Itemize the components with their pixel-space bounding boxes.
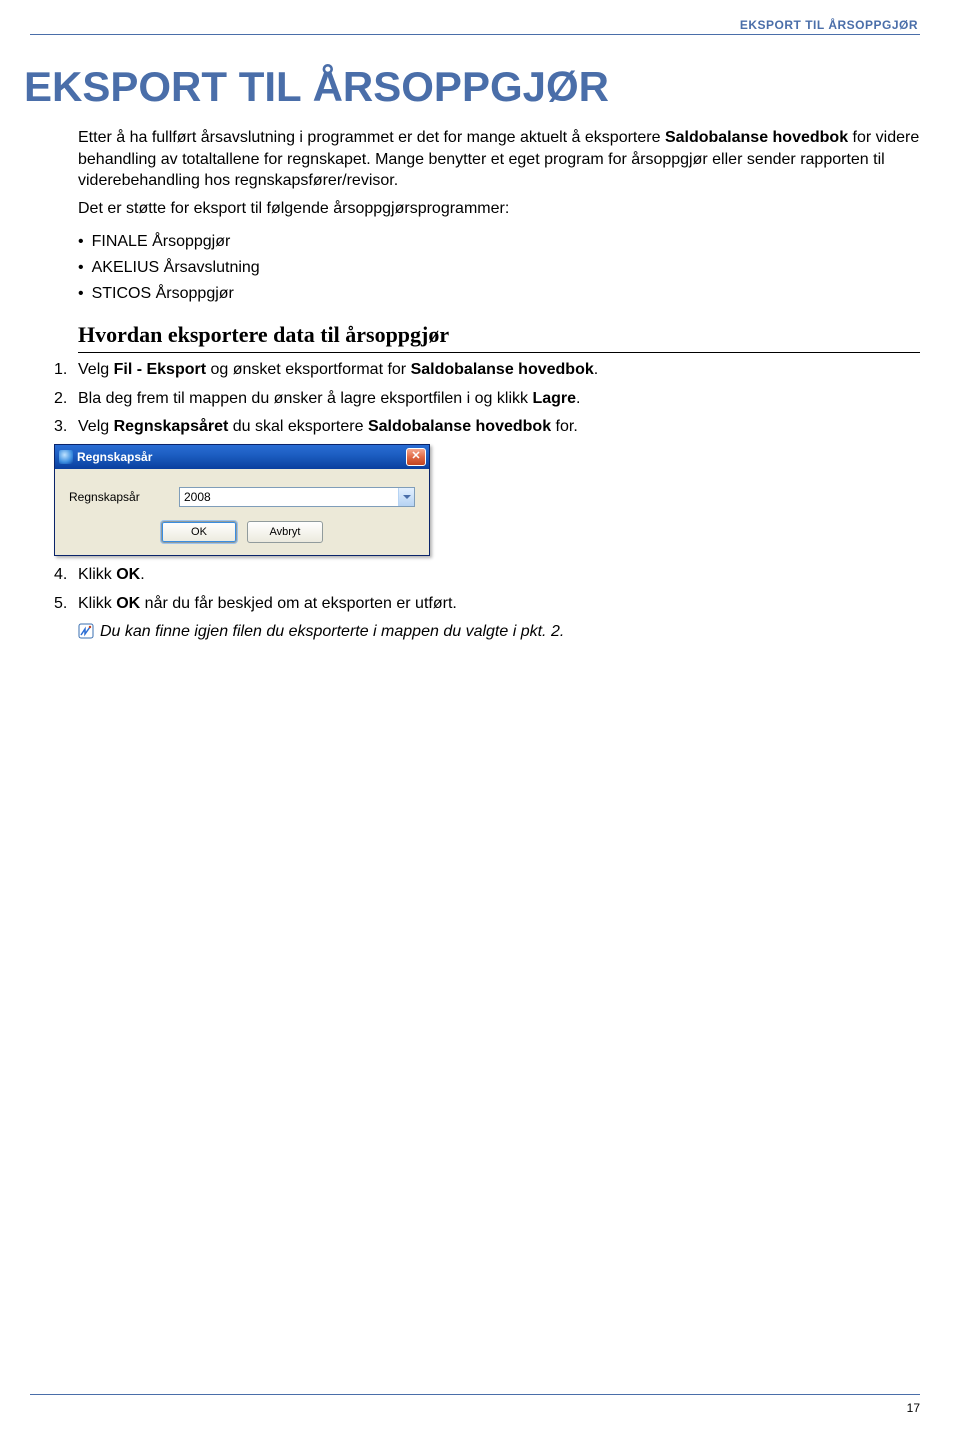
cancel-button[interactable]: Avbryt <box>247 521 323 543</box>
dialog-titlebar: Regnskapsår ✕ <box>55 445 429 469</box>
text: Klikk <box>78 595 116 612</box>
intro-paragraph-1: Etter å ha fullført årsavslutning i prog… <box>78 127 920 192</box>
text: . <box>140 566 144 583</box>
text: når du får beskjed om at eksporten er ut… <box>140 595 457 612</box>
field-row: Regnskapsår 2008 <box>69 487 415 507</box>
combobox-value: 2008 <box>184 490 211 504</box>
button-row: OK Avbryt <box>69 521 415 543</box>
list-item: STICOS Årsoppgjør <box>78 281 920 307</box>
intro-paragraph-2: Det er støtte for eksport til følgende å… <box>78 198 920 220</box>
text-bold: Regnskapsåret <box>114 418 229 435</box>
text: Bla deg frem til mappen du ønsker å lagr… <box>78 390 532 407</box>
footer-rule <box>30 1394 920 1395</box>
step-4: Klikk OK. <box>54 564 920 586</box>
program-list: FINALE Årsoppgjør AKELIUS Årsavslutning … <box>78 229 920 306</box>
page-title: EKSPORT TIL ÅRSOPPGJØR <box>24 63 920 111</box>
step-1: Velg Fil - Eksport og ønsket eksportform… <box>54 359 920 381</box>
chevron-down-icon[interactable] <box>398 488 414 506</box>
text-bold: OK <box>116 566 140 583</box>
text-bold: Saldobalanse hovedbok <box>411 361 594 378</box>
list-item: FINALE Årsoppgjør <box>78 229 920 255</box>
text-bold: OK <box>116 595 140 612</box>
page-number: 17 <box>907 1401 920 1415</box>
text-bold: Fil - Eksport <box>114 361 206 378</box>
text: for. <box>551 418 578 435</box>
text-bold: Lagre <box>532 390 576 407</box>
close-button[interactable]: ✕ <box>406 448 426 466</box>
tip-row: Du kan finne igjen filen du eksporterte … <box>78 621 920 643</box>
regnskapsar-dialog: Regnskapsår ✕ Regnskapsår 2008 OK Avbryt <box>54 444 430 556</box>
titlebar-left: Regnskapsår <box>59 450 152 464</box>
step-5: Klikk OK når du får beskjed om at ekspor… <box>54 593 920 615</box>
year-combobox[interactable]: 2008 <box>179 487 415 507</box>
dialog-body: Regnskapsår 2008 OK Avbryt <box>55 469 429 555</box>
text: Velg <box>78 361 114 378</box>
running-header: EKSPORT TIL ÅRSOPPGJØR <box>30 18 920 32</box>
step-3: Velg Regnskapsåret du skal eksportere Sa… <box>54 416 920 438</box>
info-icon <box>78 623 94 639</box>
app-icon <box>59 450 73 464</box>
header-rule <box>30 34 920 35</box>
dialog-screenshot: Regnskapsår ✕ Regnskapsår 2008 OK Avbryt <box>54 444 920 556</box>
steps-list-continued: Klikk OK. Klikk OK når du får beskjed om… <box>54 564 920 615</box>
text: Klikk <box>78 566 116 583</box>
step-2: Bla deg frem til mappen du ønsker å lagr… <box>54 388 920 410</box>
text-bold: Saldobalanse hovedbok <box>665 129 848 146</box>
text: . <box>576 390 580 407</box>
text-bold: Saldobalanse hovedbok <box>368 418 551 435</box>
tip-text: Du kan finne igjen filen du eksporterte … <box>100 621 564 643</box>
list-item: AKELIUS Årsavslutning <box>78 255 920 281</box>
text: og ønsket eksportformat for <box>206 361 411 378</box>
text: du skal eksportere <box>228 418 368 435</box>
text: Velg <box>78 418 114 435</box>
text: Etter å ha fullført årsavslutning i prog… <box>78 129 665 146</box>
steps-list: Velg Fil - Eksport og ønsket eksportform… <box>54 359 920 438</box>
ok-button[interactable]: OK <box>161 521 237 543</box>
field-label: Regnskapsår <box>69 490 169 504</box>
dialog-title: Regnskapsår <box>77 450 152 464</box>
section-heading: Hvordan eksportere data til årsoppgjør <box>78 322 920 353</box>
text: . <box>594 361 598 378</box>
